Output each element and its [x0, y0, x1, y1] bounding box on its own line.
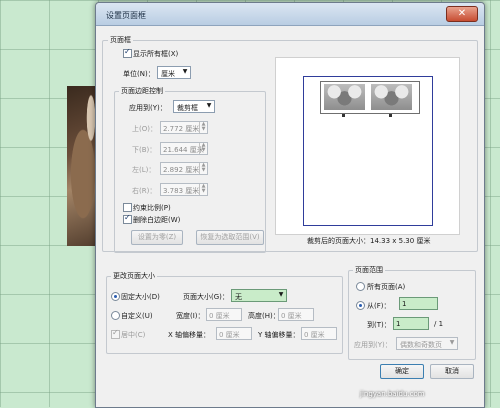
left-margin-spinner[interactable]: 2.892 厘米 ▲ ▼: [160, 162, 208, 175]
show-all-boxes-label: 显示所有框(X): [133, 50, 179, 58]
center-checkbox[interactable]: [111, 328, 120, 339]
cropped-size-caption: 裁剪后的页面大小：14.33 x 5.30 厘米: [307, 237, 431, 245]
bottom-margin-spinner[interactable]: 21.644 厘米 ▲ ▼: [160, 142, 208, 155]
dialog-title: 设置页面框: [106, 11, 146, 20]
fixed-size-label: 固定大小(D): [121, 293, 160, 301]
x-offset-value: 0 厘米: [219, 331, 240, 339]
height-input[interactable]: 0 厘米: [278, 308, 314, 321]
revert-to-selection-button[interactable]: 恢复为选取范围(V): [196, 230, 264, 245]
chevron-down-icon: ▼: [449, 339, 455, 346]
to-label: 到(T)：: [367, 321, 391, 329]
width-value: 0 厘米: [209, 312, 230, 320]
left-margin-label: 左(L)：: [132, 166, 156, 174]
close-icon[interactable]: ✕: [446, 6, 478, 22]
remove-white-margins-label: 删除白边距(W): [133, 216, 181, 224]
x-offset-input[interactable]: 0 厘米: [216, 327, 252, 340]
unit-select[interactable]: 厘米 ▼: [157, 66, 191, 79]
from-input[interactable]: 1: [399, 297, 438, 310]
page-preview: [275, 57, 460, 235]
x-offset-label: X 轴偏移量：: [168, 331, 211, 339]
apply-to-value: 裁剪框: [177, 104, 198, 112]
page-box-dialog: 设置页面框 ✕ 页面框 显示所有框(X) 单位(N)： 厘米 ▼ 页面边距控制 …: [95, 2, 485, 408]
from-label: 从(F)：: [367, 302, 391, 310]
koala-thumbnail: [371, 84, 412, 110]
constrain-proportions-label: 约束比例(P): [133, 204, 171, 212]
total-pages-label: / 1: [434, 320, 444, 328]
page-size-value: 无: [235, 293, 242, 301]
custom-size-radio[interactable]: [111, 311, 120, 320]
right-margin-value: 3.783 厘米: [163, 187, 200, 195]
range-apply-to-select[interactable]: 偶数和奇数页 ▼: [396, 337, 458, 350]
remove-white-margins-checkbox[interactable]: [123, 213, 132, 224]
chevron-down-icon: ▼: [206, 102, 212, 109]
width-input[interactable]: 0 厘米: [206, 308, 242, 321]
custom-size-label: 自定义(U): [121, 312, 153, 320]
spinner-arrows-icon: ▲ ▼: [199, 143, 207, 154]
right-margin-spinner[interactable]: 3.783 厘米 ▲ ▼: [160, 183, 208, 196]
left-margin-value: 2.892 厘米: [163, 166, 200, 174]
page-box-group-title: 页面框: [108, 35, 133, 45]
unit-label: 单位(N)：: [123, 70, 155, 78]
ok-button[interactable]: 确定: [380, 364, 424, 379]
y-offset-value: 0 厘米: [304, 331, 325, 339]
set-to-zero-button[interactable]: 设置为零(Z): [131, 230, 183, 245]
preview-marker: [389, 114, 392, 117]
right-margin-label: 右(R)：: [132, 187, 157, 195]
chevron-down-icon: ▼: [278, 291, 284, 298]
height-value: 0 厘米: [281, 312, 302, 320]
to-input[interactable]: 1: [393, 317, 429, 330]
fixed-size-radio[interactable]: [111, 292, 120, 301]
top-margin-label: 上(O)：: [132, 125, 157, 133]
change-page-size-title: 更改页面大小: [111, 271, 157, 281]
center-label: 居中(C): [121, 331, 146, 339]
page-size-select[interactable]: 无 ▼: [231, 289, 287, 302]
preview-marker: [342, 114, 345, 117]
width-label: 宽度(I)：: [176, 312, 205, 320]
from-radio[interactable]: [356, 301, 365, 310]
show-all-boxes-checkbox[interactable]: [123, 47, 132, 58]
bottom-margin-value: 21.644 厘米: [163, 146, 204, 154]
koala-thumbnail: [324, 84, 365, 110]
dialog-titlebar[interactable]: 设置页面框 ✕: [96, 3, 484, 26]
bottom-margin-label: 下(B)：: [132, 146, 157, 154]
range-apply-to-label: 应用到(Y)：: [354, 341, 392, 349]
cancel-button[interactable]: 取消: [430, 364, 474, 379]
from-value: 1: [402, 300, 407, 308]
top-margin-value: 2.772 厘米: [163, 125, 200, 133]
margin-control-title: 页面边距控制: [119, 86, 165, 96]
range-apply-to-value: 偶数和奇数页: [400, 341, 442, 349]
spinner-arrows-icon: ▲ ▼: [199, 122, 207, 133]
y-offset-label: Y 轴偏移量：: [258, 331, 300, 339]
height-label: 高度(H)：: [248, 312, 280, 320]
constrain-proportions-checkbox[interactable]: [123, 203, 132, 212]
watermark-text: jingyan.baidu.com: [360, 390, 425, 398]
y-offset-input[interactable]: 0 厘米: [301, 327, 337, 340]
page-range-title: 页面范围: [353, 265, 385, 275]
top-margin-spinner[interactable]: 2.772 厘米 ▲ ▼: [160, 121, 208, 134]
all-pages-radio[interactable]: [356, 282, 365, 291]
chevron-down-icon: ▼: [182, 68, 188, 75]
spinner-arrows-icon: ▲ ▼: [199, 184, 207, 195]
preview-page: [303, 76, 433, 226]
apply-to-label: 应用到(Y)：: [129, 104, 167, 112]
page-size-label: 页面大小(G)：: [183, 293, 229, 301]
spinner-arrows-icon: ▲ ▼: [199, 163, 207, 174]
apply-to-select[interactable]: 裁剪框 ▼: [173, 100, 215, 113]
to-value: 1: [396, 320, 401, 328]
all-pages-label: 所有页面(A): [367, 283, 406, 291]
preview-photo-strip: [320, 81, 420, 114]
unit-value: 厘米: [161, 70, 175, 78]
